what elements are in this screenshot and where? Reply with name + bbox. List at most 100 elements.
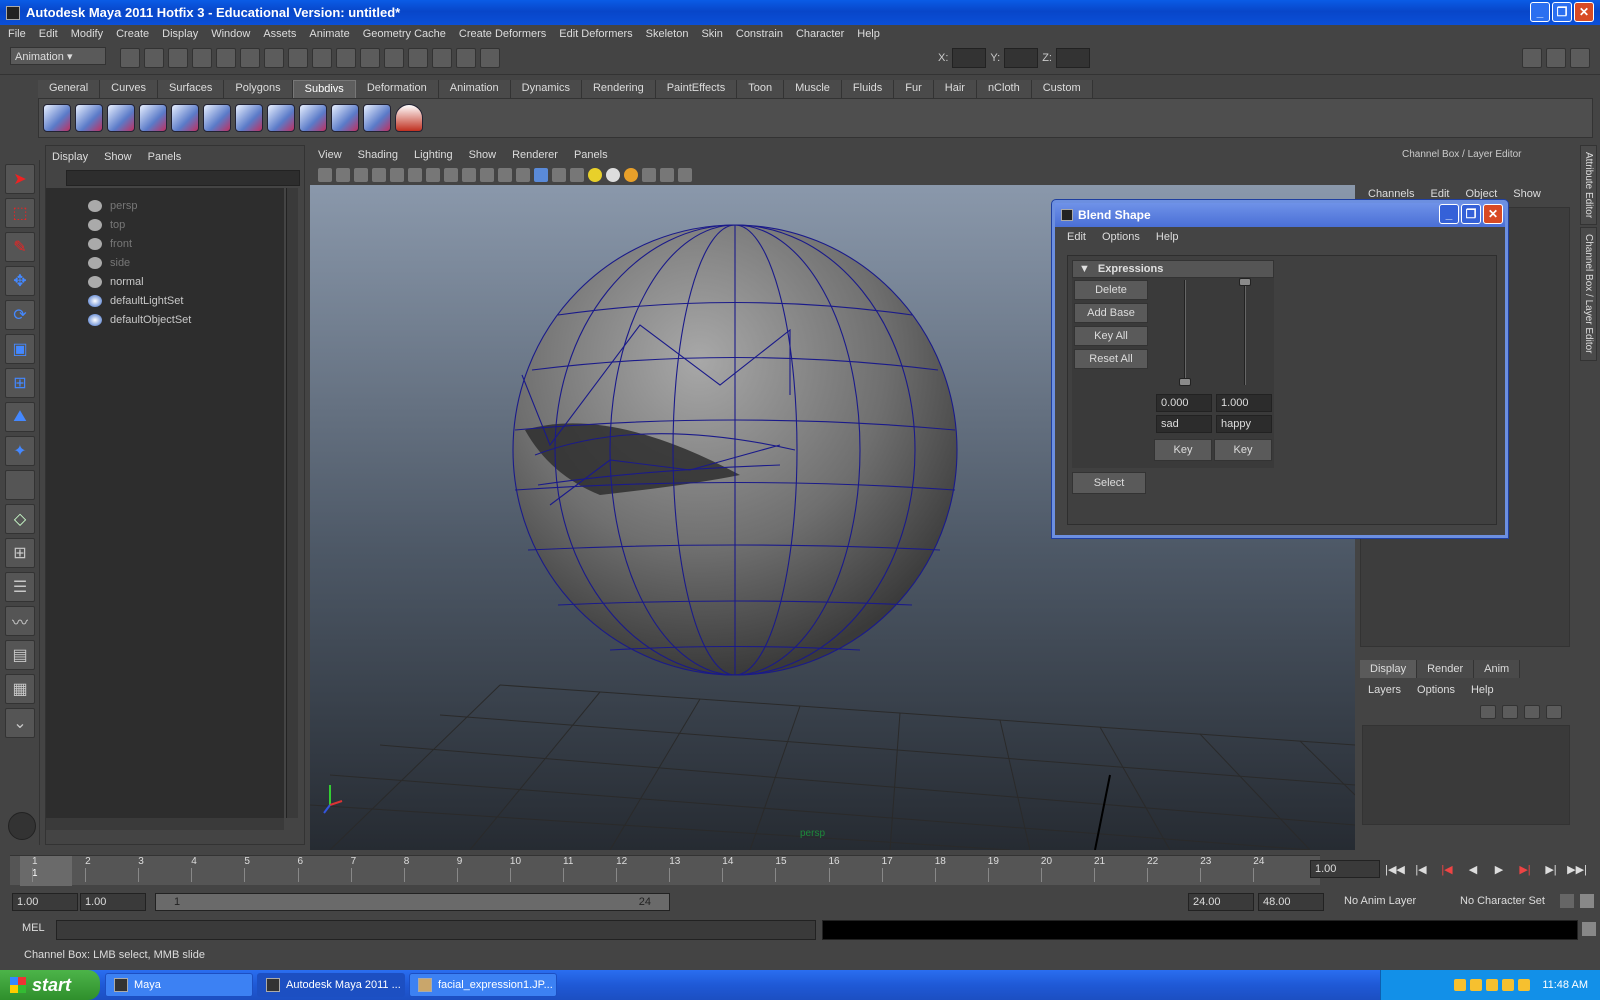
make-live-icon[interactable] [360, 48, 380, 68]
subdiv-cylinder-icon[interactable] [107, 104, 135, 132]
outliner-item-defaultobjectset[interactable]: defaultObjectSet [46, 310, 284, 329]
menu-assets[interactable]: Assets [263, 28, 296, 40]
channel-box-menu-show[interactable]: Show [1513, 188, 1541, 200]
hypershade-layout-icon[interactable]: ▦ [5, 674, 35, 704]
script-editor-icon[interactable] [1582, 922, 1596, 936]
graph-editor-layout-icon[interactable]: 〰 [5, 606, 35, 636]
shelf-tab-painteffects[interactable]: PaintEffects [655, 80, 738, 98]
layer-tab-anim[interactable]: Anim [1474, 660, 1521, 678]
menu-character[interactable]: Character [796, 28, 844, 40]
subdiv-torus-icon[interactable] [203, 104, 231, 132]
snap-grid-icon[interactable] [264, 48, 284, 68]
menu-file[interactable]: File [8, 28, 26, 40]
viewport-menu-lighting[interactable]: Lighting [414, 149, 453, 161]
rotate-tool-icon[interactable]: ⟳ [5, 300, 35, 330]
default-light-icon[interactable] [588, 168, 602, 182]
blend-maximize-button[interactable]: ❐ [1461, 204, 1481, 224]
film-gate-icon[interactable] [408, 168, 422, 182]
shelf-tab-polygons[interactable]: Polygons [224, 80, 293, 98]
outliner-vertical-scrollbar[interactable] [286, 188, 298, 818]
z-field[interactable] [1055, 48, 1090, 68]
gate-mask-icon[interactable] [444, 168, 458, 182]
play-forwards-icon[interactable]: ▶ [1489, 860, 1509, 878]
standard-mode-icon[interactable] [267, 104, 295, 132]
step-forward-key-icon[interactable]: ▶| [1515, 860, 1535, 878]
select-button[interactable]: Select [1072, 472, 1146, 494]
outliner-item-front[interactable]: front [46, 234, 284, 253]
mel-label[interactable]: MEL [22, 922, 45, 934]
happy-slider-thumb[interactable] [1239, 278, 1251, 286]
viewport-menu-view[interactable]: View [318, 149, 342, 161]
menu-window[interactable]: Window [211, 28, 250, 40]
shelf-tab-deformation[interactable]: Deformation [355, 80, 439, 98]
menu-edit-deformers[interactable]: Edit Deformers [559, 28, 632, 40]
shelf-tab-hair[interactable]: Hair [933, 80, 977, 98]
shelf-tab-custom[interactable]: Custom [1031, 80, 1093, 98]
channel-box-menu-object[interactable]: Object [1465, 188, 1497, 200]
refine-selected-icon[interactable] [299, 104, 327, 132]
happy-key-button[interactable]: Key [1214, 439, 1272, 461]
last-tool-icon[interactable] [5, 470, 35, 500]
resolution-gate-icon[interactable] [426, 168, 440, 182]
select-tool-icon[interactable]: ➤ [5, 164, 35, 194]
outliner-item-side[interactable]: side [46, 253, 284, 272]
sad-name-field[interactable]: sad [1156, 415, 1212, 433]
menu-geometry-cache[interactable]: Geometry Cache [363, 28, 446, 40]
wireframe-icon[interactable] [516, 168, 530, 182]
subdiv-plane-icon[interactable] [171, 104, 199, 132]
shelf-tab-dynamics[interactable]: Dynamics [510, 80, 582, 98]
grid-icon[interactable] [390, 168, 404, 182]
xray-icon[interactable] [660, 168, 674, 182]
image-plane-icon[interactable] [372, 168, 386, 182]
taskbar-item-autodesk-maya[interactable]: Autodesk Maya 2011 ... [257, 973, 405, 997]
move-layer-up-icon[interactable] [1524, 705, 1540, 719]
new-scene-icon[interactable] [120, 48, 140, 68]
shelf-tab-subdivs[interactable]: Subdivs [292, 80, 356, 98]
flat-shade-icon[interactable] [552, 168, 566, 182]
key-icon[interactable] [1560, 894, 1574, 908]
key-all-button[interactable]: Key All [1074, 326, 1148, 346]
layer-list[interactable] [1362, 725, 1570, 825]
menu-set-selector[interactable]: Animation ▾ [10, 47, 106, 65]
menu-display[interactable]: Display [162, 28, 198, 40]
minimize-button[interactable]: _ [1530, 2, 1550, 22]
viewport-menu-show[interactable]: Show [469, 149, 497, 161]
render-settings-icon[interactable] [456, 48, 476, 68]
shelf-tab-curves[interactable]: Curves [100, 80, 158, 98]
shelf-tab-rendering[interactable]: Rendering [581, 80, 656, 98]
menu-animate[interactable]: Animate [309, 28, 349, 40]
character-set-selector[interactable]: No Character Set [1456, 893, 1556, 911]
new-layer-icon[interactable] [1480, 705, 1496, 719]
all-lights-icon[interactable] [606, 168, 620, 182]
shelf-tab-ncloth[interactable]: nCloth [976, 80, 1032, 98]
taskbar-item-facial-expression[interactable]: facial_expression1.JP... [409, 973, 557, 997]
close-button[interactable]: ✕ [1574, 2, 1594, 22]
maximize-button[interactable]: ❐ [1552, 2, 1572, 22]
dopesheet-layout-icon[interactable]: ▤ [5, 640, 35, 670]
blend-menu-help[interactable]: Help [1156, 231, 1179, 243]
select-object-icon[interactable] [216, 48, 236, 68]
polygon-proxy-icon[interactable] [235, 104, 263, 132]
history-icon[interactable] [384, 48, 404, 68]
ipr-render-icon[interactable] [432, 48, 452, 68]
step-forward-frame-icon[interactable]: ▶| [1541, 860, 1561, 878]
mel-input-field[interactable] [56, 920, 816, 940]
outliner-horizontal-scrollbar[interactable] [46, 818, 284, 830]
layer-menu-options[interactable]: Options [1417, 684, 1455, 696]
bookmark-icon[interactable] [354, 168, 368, 182]
viewport-menu-renderer[interactable]: Renderer [512, 149, 558, 161]
menu-edit[interactable]: Edit [39, 28, 58, 40]
menu-skin[interactable]: Skin [701, 28, 722, 40]
sad-slider-thumb[interactable] [1179, 378, 1191, 386]
menu-create[interactable]: Create [116, 28, 149, 40]
render-frame-icon[interactable] [408, 48, 428, 68]
shelf-tab-muscle[interactable]: Muscle [784, 80, 842, 98]
layer-menu-layers[interactable]: Layers [1368, 684, 1401, 696]
collapse-hierarchy-icon[interactable] [331, 104, 359, 132]
shelf-tab-surfaces[interactable]: Surfaces [157, 80, 225, 98]
soft-modification-icon[interactable]: ⛰ [5, 402, 35, 432]
subdiv-cube-icon[interactable] [75, 104, 103, 132]
delete-button[interactable]: Delete [1074, 280, 1148, 300]
shelf-tab-fluids[interactable]: Fluids [841, 80, 895, 98]
step-back-frame-icon[interactable]: |◀ [1411, 860, 1431, 878]
